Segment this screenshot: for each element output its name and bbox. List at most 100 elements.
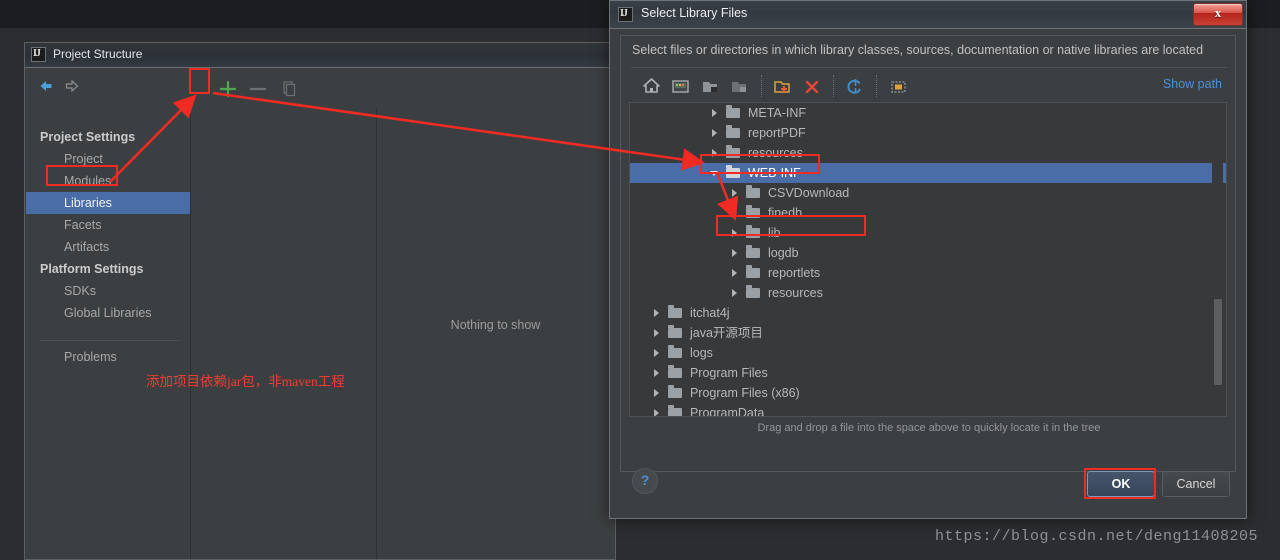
arrow-left-icon[interactable]: [36, 76, 56, 96]
sidebar-item-project[interactable]: Project: [26, 148, 190, 170]
help-button[interactable]: ?: [632, 468, 658, 494]
home-icon[interactable]: [639, 72, 664, 100]
tree-row-label: ProgramData: [689, 406, 765, 417]
tree-row[interactable]: logs: [630, 343, 1226, 363]
tree-row-label: logs: [689, 346, 713, 360]
file-chooser-toolbar: [639, 72, 911, 100]
libraries-split-divider[interactable]: [376, 108, 377, 559]
chevron-right-icon[interactable]: [650, 343, 664, 363]
chevron-right-icon[interactable]: [650, 323, 664, 343]
folder-dark-icon[interactable]: [698, 72, 723, 100]
folder-icon: [725, 163, 744, 183]
blog-watermark: https://blog.csdn.net/deng11408205: [935, 528, 1259, 545]
chevron-right-icon[interactable]: [650, 363, 664, 383]
project-structure-body: Project Settings Project Modules Librari…: [26, 68, 614, 559]
tree-row[interactable]: META-INF: [630, 103, 1226, 123]
sidebar-item-facets[interactable]: Facets: [26, 214, 190, 236]
dialog-titlebar: IJ Select Library Files x: [610, 1, 1246, 29]
chevron-right-icon[interactable]: [728, 243, 742, 263]
chevron-right-icon[interactable]: [728, 203, 742, 223]
folder-icon: [745, 243, 764, 263]
sidebar-item-modules[interactable]: Modules: [26, 170, 190, 192]
tree-row-label: Program Files (x86): [689, 386, 800, 400]
folder-icon: [725, 123, 744, 143]
chevron-right-icon[interactable]: [708, 103, 722, 123]
tree-row-label: logdb: [767, 246, 799, 260]
tree-row-label: Program Files: [689, 366, 768, 380]
delete-x-icon[interactable]: [800, 72, 825, 100]
tree-scrollbar[interactable]: [1212, 104, 1223, 416]
chevron-right-icon[interactable]: [650, 383, 664, 403]
add-library-button[interactable]: [215, 76, 241, 102]
remove-library-button: [245, 76, 271, 102]
tree-row-label: META-INF: [747, 106, 807, 120]
intellij-idea-logo-icon: IJ: [31, 47, 46, 62]
sidebar-item-global-libraries[interactable]: Global Libraries: [26, 302, 190, 324]
tree-row[interactable]: itchat4j: [630, 303, 1226, 323]
tree-row-label: reportlets: [767, 266, 821, 280]
tree-row[interactable]: java开源项目: [630, 323, 1226, 343]
tree-scrollbar-thumb[interactable]: [1214, 299, 1222, 385]
chevron-right-icon[interactable]: [728, 183, 742, 203]
show-path-link[interactable]: Show path: [1163, 77, 1222, 91]
tree-row-selected[interactable]: WEB-INF: [630, 163, 1226, 183]
tree-row-label: resources: [767, 286, 823, 300]
drag-drop-hint: Drag and drop a file into the space abov…: [757, 422, 1101, 434]
tree-row-label: finedb: [767, 206, 803, 220]
folder-icon: [667, 323, 686, 343]
desktop-icon[interactable]: [668, 72, 693, 100]
dialog-content-panel: Select files or directories in which lib…: [620, 35, 1236, 472]
folder-icon: [667, 363, 686, 383]
tree-row[interactable]: CSVDownload: [630, 183, 1226, 203]
tree-row[interactable]: reportPDF: [630, 123, 1226, 143]
dialog-separator: [631, 67, 1227, 68]
sidebar-group-platform-settings: Platform Settings: [40, 262, 144, 276]
tree-row[interactable]: reportlets: [630, 263, 1226, 283]
tree-row[interactable]: Program Files: [630, 363, 1226, 383]
chevron-right-icon[interactable]: [728, 223, 742, 243]
cancel-button[interactable]: Cancel: [1162, 471, 1230, 497]
chevron-right-icon[interactable]: [728, 283, 742, 303]
tree-row[interactable]: ProgramData: [630, 403, 1226, 417]
tree-row[interactable]: logdb: [630, 243, 1226, 263]
sidebar-item-sdks[interactable]: SDKs: [26, 280, 190, 302]
close-icon[interactable]: x: [1193, 3, 1243, 26]
chevron-right-icon[interactable]: [650, 303, 664, 323]
refresh-icon[interactable]: [843, 72, 868, 100]
toolbar-separator: [757, 72, 766, 100]
chevron-right-icon[interactable]: [708, 123, 722, 143]
folder-icon: [745, 183, 764, 203]
sidebar-item-problems[interactable]: Problems: [26, 346, 190, 368]
close-icon-glyph: x: [1214, 5, 1222, 20]
dialog-title: Select Library Files: [641, 6, 748, 20]
sidebar-nav-buttons: [36, 76, 176, 100]
sidebar-item-list: Project Settings Project Modules Librari…: [26, 126, 190, 368]
chevron-right-icon[interactable]: [650, 403, 664, 416]
tree-row-lib[interactable]: lib: [630, 223, 1226, 243]
project-structure-window: IJ Project Structure Project Settings Pr…: [24, 42, 616, 560]
tree-row[interactable]: Program Files (x86): [630, 383, 1226, 403]
sidebar-item-artifacts[interactable]: Artifacts: [26, 236, 190, 258]
folder-icon: [725, 143, 744, 163]
libraries-pane: Nothing to show: [191, 68, 614, 559]
file-tree[interactable]: META-INF reportPDF resources WEB-INF CSV…: [629, 102, 1227, 417]
show-hidden-icon[interactable]: [886, 72, 911, 100]
intellij-idea-logo-icon: IJ: [618, 7, 633, 22]
folder-icon: [667, 303, 686, 323]
sidebar-item-libraries[interactable]: Libraries: [26, 192, 190, 214]
tree-row[interactable]: finedb: [630, 203, 1226, 223]
chevron-right-icon[interactable]: [728, 263, 742, 283]
tree-row[interactable]: resources: [630, 143, 1226, 163]
help-icon: ?: [640, 472, 650, 488]
tree-row[interactable]: resources: [630, 283, 1226, 303]
arrow-right-icon: [62, 76, 82, 96]
new-folder-icon[interactable]: [770, 72, 795, 100]
sidebar-group-project-settings: Project Settings: [40, 130, 136, 144]
ok-button[interactable]: OK: [1087, 471, 1155, 497]
chevron-right-icon[interactable]: [708, 143, 722, 163]
toolbar-separator: [872, 72, 881, 100]
chevron-down-icon[interactable]: [708, 163, 722, 183]
sidebar-divider: [40, 340, 180, 341]
folder-icon: [667, 343, 686, 363]
toolbar-separator: [829, 72, 838, 100]
